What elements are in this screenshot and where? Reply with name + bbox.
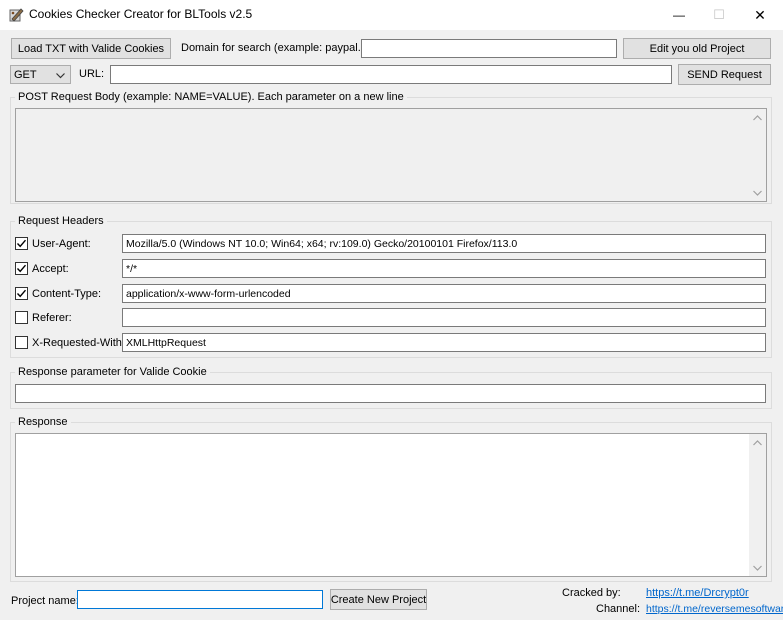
method-value: GET bbox=[14, 68, 37, 81]
scroll-up-icon[interactable] bbox=[749, 434, 766, 451]
method-select[interactable]: GET bbox=[10, 65, 71, 84]
referer-input[interactable] bbox=[122, 308, 766, 327]
edit-project-button[interactable]: Edit you old Project bbox=[623, 38, 771, 59]
chevron-down-icon bbox=[56, 73, 65, 79]
cracked-by-label: Cracked by: bbox=[562, 587, 621, 599]
send-request-button[interactable]: SEND Request bbox=[678, 64, 771, 85]
project-name-input[interactable] bbox=[77, 590, 323, 609]
x-requested-with-input[interactable]: XMLHttpRequest bbox=[122, 333, 766, 352]
accept-label: Accept: bbox=[32, 263, 69, 275]
url-input[interactable] bbox=[110, 65, 672, 84]
minimize-icon: — bbox=[673, 8, 685, 22]
create-project-button[interactable]: Create New Project bbox=[330, 589, 427, 610]
load-cookies-button[interactable]: Load TXT with Valide Cookies bbox=[11, 38, 171, 59]
post-body-textarea[interactable] bbox=[15, 108, 767, 202]
checkmark-icon bbox=[16, 239, 27, 248]
domain-input[interactable] bbox=[361, 39, 617, 58]
project-name-label: Project name: bbox=[11, 595, 79, 607]
cracked-by-link[interactable]: https://t.me/Drcrypt0r bbox=[646, 587, 749, 599]
accept-input[interactable]: */* bbox=[122, 259, 766, 278]
maximize-icon: ☐ bbox=[713, 7, 725, 22]
checkmark-icon bbox=[16, 289, 27, 298]
title-bar[interactable]: Cookies Checker Creator for BLTools v2.5… bbox=[0, 0, 783, 30]
request-headers-caption: Request Headers bbox=[15, 215, 107, 227]
accept-checkbox[interactable] bbox=[15, 262, 28, 275]
window-title: Cookies Checker Creator for BLTools v2.5 bbox=[29, 7, 253, 21]
checkmark-icon bbox=[16, 264, 27, 273]
close-button[interactable]: ✕ bbox=[737, 0, 783, 30]
user-agent-checkbox[interactable] bbox=[15, 237, 28, 250]
scroll-down-icon[interactable] bbox=[749, 184, 766, 201]
content-type-label: Content-Type: bbox=[32, 288, 102, 300]
valid-cookie-input[interactable] bbox=[15, 384, 766, 403]
user-agent-input[interactable]: Mozilla/5.0 (Windows NT 10.0; Win64; x64… bbox=[122, 234, 766, 253]
user-agent-label: User-Agent: bbox=[32, 238, 91, 250]
url-label: URL: bbox=[79, 68, 105, 80]
response-textarea[interactable] bbox=[15, 433, 767, 577]
x-requested-with-checkbox[interactable] bbox=[15, 336, 28, 349]
response-scrollbar[interactable] bbox=[749, 434, 766, 576]
referer-checkbox[interactable] bbox=[15, 311, 28, 324]
content-type-input[interactable]: application/x-www-form-urlencoded bbox=[122, 284, 766, 303]
x-requested-with-label: X-Requested-With: bbox=[32, 337, 125, 349]
channel-label: Channel: bbox=[596, 603, 641, 615]
content-type-checkbox[interactable] bbox=[15, 287, 28, 300]
maximize-button[interactable]: ☐ bbox=[696, 0, 742, 30]
referer-label: Referer: bbox=[32, 312, 72, 324]
response-caption: Response bbox=[15, 416, 71, 428]
post-body-value bbox=[16, 109, 766, 113]
domain-label: Domain for search (example: paypal.com): bbox=[181, 42, 389, 54]
post-body-caption: POST Request Body (example: NAME=VALUE).… bbox=[15, 91, 407, 103]
close-icon: ✕ bbox=[754, 6, 766, 23]
app-icon bbox=[9, 8, 24, 22]
scroll-up-icon[interactable] bbox=[749, 109, 766, 126]
post-body-scrollbar[interactable] bbox=[749, 109, 766, 201]
response-value bbox=[16, 434, 766, 438]
valid-cookie-caption: Response parameter for Valide Cookie bbox=[15, 366, 210, 378]
channel-link[interactable]: https://t.me/reversemesoftware bbox=[646, 603, 783, 615]
scroll-down-icon[interactable] bbox=[749, 559, 766, 576]
